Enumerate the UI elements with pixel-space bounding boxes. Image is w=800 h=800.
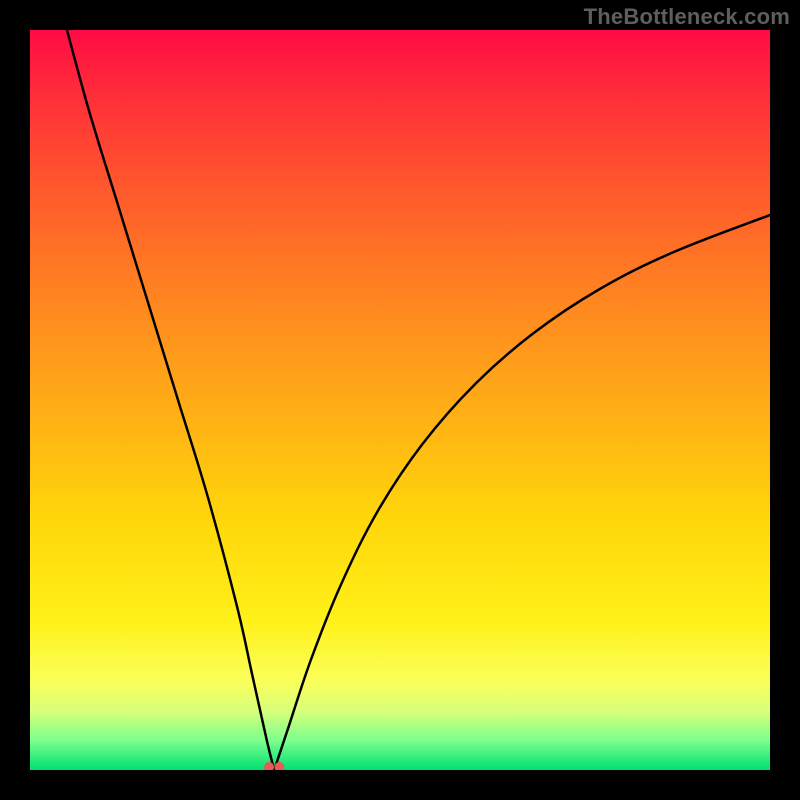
- bottleneck-curve: [30, 30, 770, 770]
- curve-right-branch: [274, 215, 770, 770]
- watermark-text: TheBottleneck.com: [584, 4, 790, 30]
- chart-frame: TheBottleneck.com: [0, 0, 800, 800]
- plot-area: [30, 30, 770, 770]
- curve-left-branch: [67, 30, 274, 770]
